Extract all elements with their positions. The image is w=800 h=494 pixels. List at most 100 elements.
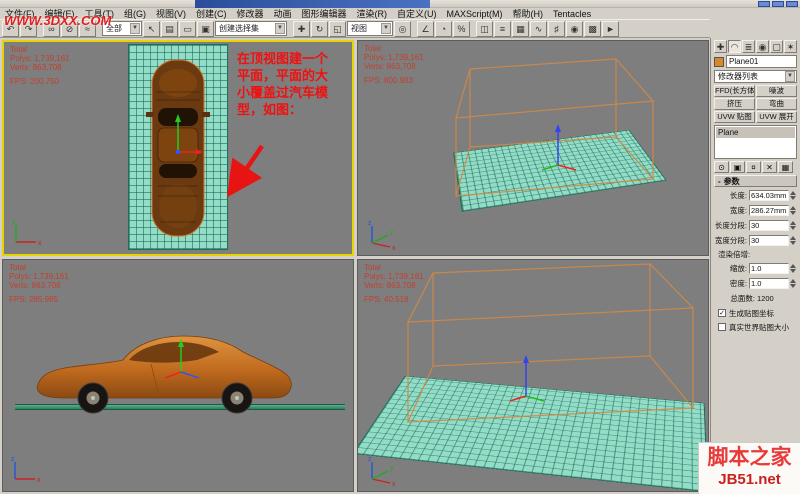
- modifier-button-bend[interactable]: 弯曲: [756, 98, 797, 110]
- selection-filter-value: 全部: [106, 24, 122, 33]
- motion-tab-icon[interactable]: ◉: [756, 40, 769, 53]
- unlink-selection-icon[interactable]: ⊘: [61, 20, 78, 37]
- translate-gizmo[interactable]: [506, 352, 550, 404]
- modifier-button-ffd[interactable]: FFD(长方体): [714, 85, 755, 97]
- viewport-left[interactable]: Total Polys: 1,739,161 Verts: 863,708 FP…: [2, 259, 354, 492]
- length-segs-field[interactable]: 30: [749, 220, 789, 231]
- main-toolbar: ↶ ↷ ∞ ⊘ ≈ 全部 ▼ ↖ ▤ ▭ ▣ 创建选择集 ▼ ✚ ↻ ◱ 视图 …: [0, 19, 710, 38]
- mirror-icon[interactable]: ◫: [476, 20, 493, 37]
- select-and-move-icon[interactable]: ✚: [293, 20, 310, 37]
- modify-tab-icon[interactable]: ◠: [728, 40, 741, 53]
- modifier-list-dropdown[interactable]: 修改器列表 ▼: [714, 70, 797, 83]
- minimize-button[interactable]: [758, 1, 770, 7]
- real-world-map-size-checkbox[interactable]: 真实世界贴图大小: [714, 321, 797, 333]
- create-tab-icon[interactable]: ✚: [714, 40, 727, 53]
- length-segs-label: 长度分段:: [714, 221, 747, 230]
- angle-snap-icon[interactable]: ◔: [435, 20, 452, 37]
- layer-manager-icon[interactable]: ▦: [512, 20, 529, 37]
- snap-toggle-icon[interactable]: ∠: [417, 20, 434, 37]
- use-pivot-center-icon[interactable]: ◎: [394, 20, 411, 37]
- svg-text:x: x: [38, 240, 42, 247]
- width-label: 宽度:: [729, 206, 747, 215]
- object-color-swatch[interactable]: [714, 56, 724, 67]
- modifier-button-uvw-map[interactable]: UVW 贴图: [714, 111, 755, 123]
- configure-modifier-sets-icon[interactable]: ▦: [778, 161, 793, 173]
- display-tab-icon[interactable]: ▢: [770, 40, 783, 53]
- percent-snap-icon[interactable]: %: [453, 20, 470, 37]
- length-label: 长度:: [729, 191, 747, 200]
- stack-item-plane[interactable]: Plane: [716, 127, 795, 138]
- render-setup-icon[interactable]: ▩: [584, 20, 601, 37]
- menu-maxscript[interactable]: MAXScript(M): [442, 9, 508, 19]
- viewport-top[interactable]: 在顶视图建一个 平面，平面的大 小覆盖过汽车模 型，如图： Total Poly…: [2, 40, 354, 256]
- hierarchy-tab-icon[interactable]: ≣: [742, 40, 755, 53]
- pin-stack-icon[interactable]: ⊙: [714, 161, 729, 173]
- make-unique-icon[interactable]: ¤: [746, 161, 761, 173]
- chevron-down-icon: ▼: [130, 23, 140, 34]
- width-segs-spinner[interactable]: [789, 235, 797, 246]
- select-and-rotate-icon[interactable]: ↻: [311, 20, 328, 37]
- select-by-name-icon[interactable]: ▤: [161, 20, 178, 37]
- remove-modifier-icon[interactable]: ✕: [762, 161, 777, 173]
- axis-tripod: x y: [12, 219, 42, 247]
- chevron-down-icon: ▼: [381, 23, 391, 34]
- redo-icon[interactable]: ↷: [20, 20, 37, 37]
- viewport-perspective-upper[interactable]: Total Polys: 1,739,161 Verts: 863,708 FP…: [357, 40, 709, 256]
- curve-editor-icon[interactable]: ∿: [530, 20, 547, 37]
- schematic-view-icon[interactable]: ♯: [548, 20, 565, 37]
- material-editor-icon[interactable]: ◉: [566, 20, 583, 37]
- reference-coordinate-dropdown[interactable]: 视图 ▼: [347, 21, 393, 36]
- rollout-title: 参数: [723, 176, 740, 186]
- stack-toolbar: ⊙ ▣ ¤ ✕ ▦: [714, 161, 797, 173]
- scale-field[interactable]: 1.0: [749, 263, 789, 274]
- svg-text:z: z: [368, 220, 372, 227]
- axis-tripod: x z: [11, 456, 41, 484]
- undo-icon[interactable]: ↶: [2, 20, 19, 37]
- quick-render-icon[interactable]: ►: [602, 20, 619, 37]
- width-spinner[interactable]: [789, 205, 797, 216]
- car-model-top-view[interactable]: [146, 56, 210, 240]
- command-panel-tabs: ✚ ◠ ≣ ◉ ▢ ✶: [714, 40, 797, 53]
- rectangular-selection-icon[interactable]: ▭: [179, 20, 196, 37]
- modifier-button-uvw-unwrap[interactable]: UVW 展开: [756, 111, 797, 123]
- width-field[interactable]: 286.27mm: [749, 205, 789, 216]
- collapse-icon: -: [718, 176, 721, 186]
- modifier-button-noise[interactable]: 噪波: [756, 85, 797, 97]
- modifier-button-squeeze[interactable]: 挤压: [714, 98, 755, 110]
- length-spinner[interactable]: [789, 190, 797, 201]
- svg-text:y: y: [390, 229, 394, 236]
- selection-filter-dropdown[interactable]: 全部 ▼: [102, 21, 142, 36]
- density-spinner[interactable]: [789, 278, 797, 289]
- show-end-result-icon[interactable]: ▣: [730, 161, 745, 173]
- object-name-field[interactable]: [726, 55, 797, 68]
- width-segs-label: 宽度分段:: [714, 236, 747, 245]
- viewport-perspective-lower[interactable]: Total Polys: 1,739,161 Verts: 863,708 FP…: [357, 259, 709, 492]
- select-and-link-icon[interactable]: ∞: [43, 20, 60, 37]
- svg-text:x: x: [392, 245, 396, 251]
- bind-to-space-warp-icon[interactable]: ≈: [79, 20, 96, 37]
- close-button[interactable]: [786, 1, 798, 7]
- car-model-side-view[interactable]: [31, 320, 299, 416]
- generate-mapping-coords-checkbox[interactable]: ✓ 生成贴图坐标: [714, 307, 797, 319]
- axis-tripod: x z y: [368, 456, 396, 487]
- scale-spinner[interactable]: [789, 263, 797, 274]
- select-object-icon[interactable]: ↖: [143, 20, 160, 37]
- align-icon[interactable]: ≡: [494, 20, 511, 37]
- named-selection-sets-value: 创建选择集: [219, 24, 259, 33]
- width-segs-field[interactable]: 30: [749, 235, 789, 246]
- length-field[interactable]: 634.03mm: [749, 190, 789, 201]
- checkbox-icon: ✓: [718, 309, 726, 317]
- parameters-rollout-header[interactable]: - 参数: [714, 175, 797, 187]
- restore-button[interactable]: [772, 1, 784, 7]
- menu-tentacles[interactable]: Tentacles: [548, 9, 596, 19]
- named-selection-sets-dropdown[interactable]: 创建选择集 ▼: [215, 21, 287, 36]
- menubar: 文件(F) 编辑(E) 工具(T) 组(G) 视图(V) 创建(C) 修改器 动…: [0, 8, 800, 19]
- window-crossing-icon[interactable]: ▣: [197, 20, 214, 37]
- viewport-statistics: Total Polys: 1,739,161 Verts: 863,708 FP…: [10, 45, 70, 86]
- translate-gizmo[interactable]: [538, 121, 582, 173]
- total-faces-label: 总面数:: [730, 294, 755, 303]
- select-and-scale-icon[interactable]: ◱: [329, 20, 346, 37]
- length-segs-spinner[interactable]: [789, 220, 797, 231]
- utilities-tab-icon[interactable]: ✶: [784, 40, 797, 53]
- density-field[interactable]: 1.0: [749, 278, 789, 289]
